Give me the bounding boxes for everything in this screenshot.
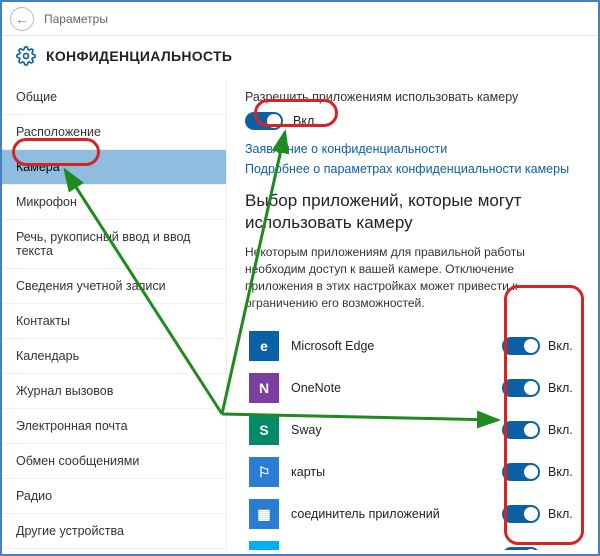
app-toggle-sway[interactable]: [502, 421, 540, 439]
learn-more-link[interactable]: Подробнее о параметрах конфиденциальност…: [245, 162, 580, 176]
allow-apps-text: Разрешить приложениям использовать камер…: [245, 90, 580, 104]
app-toggle-wrap: Вкл.: [502, 379, 576, 397]
app-row-onenote: N OneNote Вкл.: [245, 367, 580, 409]
app-toggle-label: Вкл.: [548, 339, 576, 353]
sidebar-item-11[interactable]: Радио: [2, 479, 226, 514]
app-name-label: Sway: [291, 423, 502, 437]
app-toggle-wrap: Вкл.: [502, 421, 576, 439]
app-toggle-label: Вкл.: [548, 381, 576, 395]
app-toggle-label: Вкл.: [548, 423, 576, 437]
app-toggle-edge[interactable]: [502, 337, 540, 355]
master-toggle-label: Вкл.: [293, 114, 318, 128]
page-title: КОНФИДЕНЦИАЛЬНОСТЬ: [46, 48, 232, 64]
app-name-label: соединитель приложений: [291, 507, 502, 521]
settings-window: ← Параметры КОНФИДЕНЦИАЛЬНОСТЬ ОбщиеРасп…: [0, 0, 600, 556]
app-toggle-onenote[interactable]: [502, 379, 540, 397]
skype-icon: ✉: [249, 541, 279, 550]
sidebar-item-3[interactable]: Микрофон: [2, 185, 226, 220]
app-toggle-maps[interactable]: [502, 463, 540, 481]
app-toggle-skype[interactable]: [502, 547, 540, 550]
onenote-icon: N: [249, 373, 279, 403]
sidebar-item-5[interactable]: Сведения учетной записи: [2, 269, 226, 304]
sidebar-item-6[interactable]: Контакты: [2, 304, 226, 339]
app-name: Параметры: [44, 12, 108, 26]
app-toggle-conn[interactable]: [502, 505, 540, 523]
sidebar-item-1[interactable]: Расположение: [2, 115, 226, 150]
app-name-label: карты: [291, 465, 502, 479]
sidebar-item-2[interactable]: Камера: [2, 150, 226, 185]
arrow-left-icon: ←: [15, 11, 29, 27]
app-toggle-label: Вкл.: [548, 507, 576, 521]
body: ОбщиеРасположениеКамераМикрофонРечь, рук…: [2, 80, 598, 550]
app-toggle-label: Вкл.: [548, 465, 576, 479]
apps-section-title: Выбор приложений, которые могут использо…: [245, 190, 580, 234]
sidebar-item-8[interactable]: Журнал вызовов: [2, 374, 226, 409]
app-row-skype: ✉ Сообщения и Skype Вкл.: [245, 535, 580, 550]
app-toggle-wrap: Вкл.: [502, 463, 576, 481]
app-row-sway: S Sway Вкл.: [245, 409, 580, 451]
apps-list: e Microsoft Edge Вкл. N OneNote Вкл. S Sway Вкл.…: [245, 325, 580, 550]
gear-icon: [16, 46, 36, 66]
master-toggle[interactable]: [245, 112, 283, 130]
sidebar-item-4[interactable]: Речь, рукописный ввод и ввод текста: [2, 220, 226, 269]
master-toggle-row: Вкл.: [245, 112, 580, 130]
sidebar-item-9[interactable]: Электронная почта: [2, 409, 226, 444]
app-row-conn: ▦ соединитель приложений Вкл.: [245, 493, 580, 535]
sidebar: ОбщиеРасположениеКамераМикрофонРечь, рук…: [2, 80, 227, 550]
sidebar-item-13[interactable]: Отзывы и диагностика: [2, 549, 226, 550]
app-toggle-wrap: Вкл.: [502, 505, 576, 523]
apps-section-desc: Некоторым приложениям для правильной раб…: [245, 244, 580, 311]
app-name-label: OneNote: [291, 381, 502, 395]
app-name-label: Сообщения и Skype: [291, 549, 502, 550]
app-row-maps: ⚐ карты Вкл.: [245, 451, 580, 493]
app-toggle-label: Вкл.: [548, 549, 576, 550]
titlebar: ← Параметры: [2, 2, 598, 36]
app-name-label: Microsoft Edge: [291, 339, 502, 353]
app-row-edge: e Microsoft Edge Вкл.: [245, 325, 580, 367]
app-toggle-wrap: Вкл.: [502, 337, 576, 355]
privacy-statement-link[interactable]: Заявление о конфиденциальности: [245, 142, 580, 156]
maps-icon: ⚐: [249, 457, 279, 487]
sidebar-item-0[interactable]: Общие: [2, 80, 226, 115]
conn-icon: ▦: [249, 499, 279, 529]
app-toggle-wrap: Вкл.: [502, 547, 576, 550]
page-header: КОНФИДЕНЦИАЛЬНОСТЬ: [2, 36, 598, 80]
sway-icon: S: [249, 415, 279, 445]
sidebar-item-10[interactable]: Обмен сообщениями: [2, 444, 226, 479]
sidebar-item-7[interactable]: Календарь: [2, 339, 226, 374]
back-button[interactable]: ←: [10, 7, 34, 31]
content-pane: Разрешить приложениям использовать камер…: [227, 80, 598, 550]
sidebar-item-12[interactable]: Другие устройства: [2, 514, 226, 549]
edge-icon: e: [249, 331, 279, 361]
